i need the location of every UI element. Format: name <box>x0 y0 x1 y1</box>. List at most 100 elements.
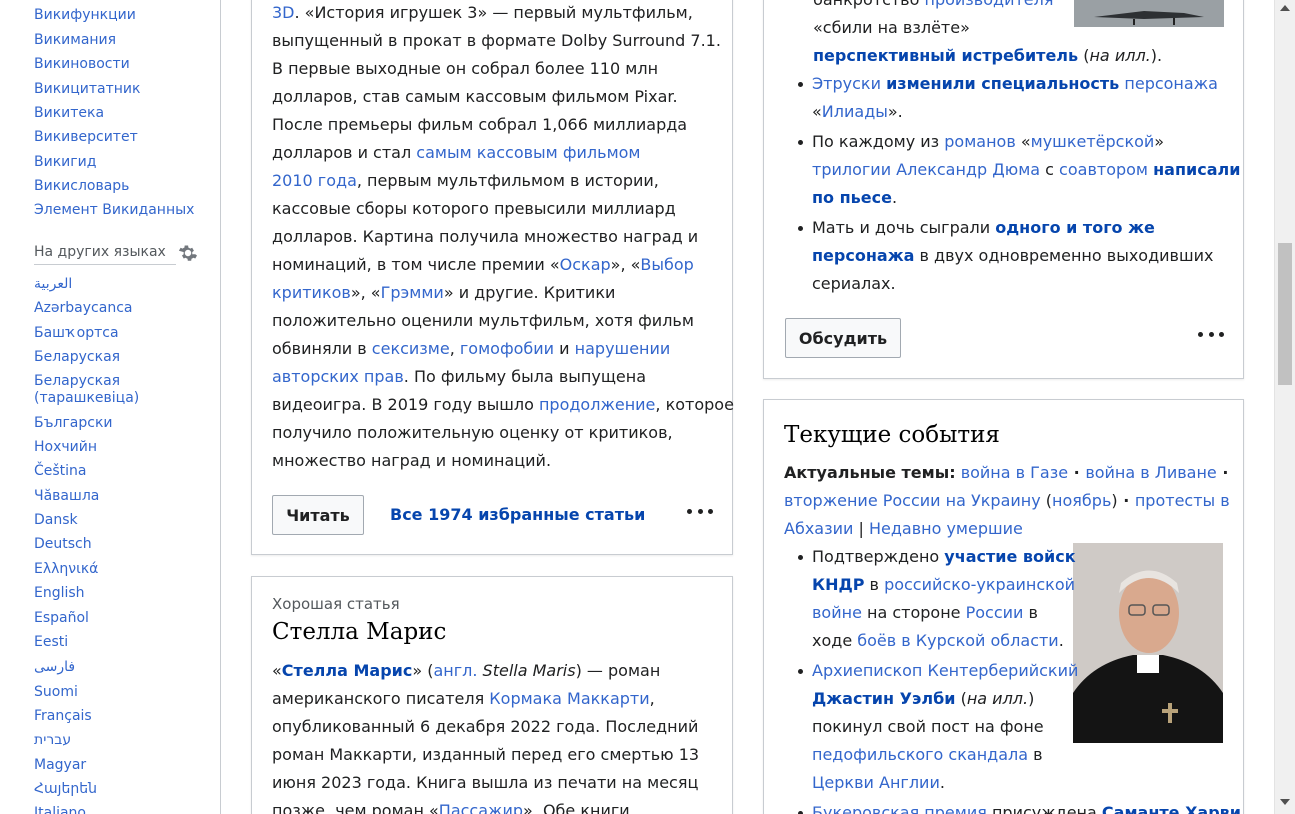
link-3d[interactable]: 3D <box>272 3 295 22</box>
lang-item-bg[interactable]: Български <box>34 414 113 432</box>
lang-item-hu[interactable]: Magyar <box>34 756 86 774</box>
link-etruscans[interactable]: Этруски <box>812 74 881 93</box>
link-cormac-mccarthy[interactable]: Кормака Маккарти <box>489 689 649 708</box>
list-item: Архиепископ Кентерберийский Джастин Уэлб… <box>785 657 1241 797</box>
scroll-up-arrow-icon[interactable] <box>1280 5 1290 11</box>
lang-item-da[interactable]: Dansk <box>34 511 78 529</box>
link-oscar[interactable]: Оскар <box>560 255 611 274</box>
list-item: Букеровская премия присуждена Саманте Ха… <box>785 799 1241 814</box>
sidebar-item-wikidata[interactable]: Элемент Викиданных <box>34 201 194 219</box>
lang-item-fi[interactable]: Suomi <box>34 683 78 701</box>
link-russo-ukrainian[interactable]: российско-украинской <box>884 575 1075 594</box>
lang-item-be-tarask-line2[interactable]: (тарашкевіца) <box>34 389 139 407</box>
link-dprk[interactable]: КНДР <box>812 575 864 594</box>
topic-ukraine[interactable]: вторжение России на Украину <box>784 491 1041 510</box>
link-iliad[interactable]: Илиады <box>822 102 888 121</box>
link-stella-maris[interactable]: Стелла Марис <box>282 661 413 680</box>
link-booker[interactable]: Букеровская премия <box>812 803 987 814</box>
sidebar-item-wiktionary[interactable]: Викисловарь <box>34 177 129 195</box>
link-same-character[interactable]: одного и того же <box>995 218 1155 237</box>
link-troops[interactable]: участие войск <box>944 547 1075 566</box>
scroll-down-arrow-icon[interactable] <box>1280 799 1290 805</box>
discuss-button[interactable]: Обсудить <box>785 318 901 358</box>
link-critics-choice[interactable]: Выбор <box>640 255 693 274</box>
link-highest-grossing[interactable]: самым кассовым фильмом <box>416 143 640 162</box>
lang-item-it[interactable]: Italiano <box>34 804 86 814</box>
link-musketeer[interactable]: мушкетёрской <box>1031 132 1155 151</box>
link-character[interactable]: персонажа <box>1119 74 1218 93</box>
link-war[interactable]: войне <box>812 603 862 622</box>
link-changed-specialty[interactable]: изменили специальность <box>886 74 1119 93</box>
sidebar: Викифункции Викимания Викиновости Викици… <box>0 0 221 814</box>
link-grammy[interactable]: Грэмми <box>381 283 444 302</box>
link-novels[interactable]: романов <box>944 132 1016 151</box>
link-sexism[interactable]: сексизме <box>372 339 450 358</box>
topic-abkhazia-2[interactable]: Абхазии <box>784 519 853 538</box>
lang-item-en[interactable]: English <box>34 584 85 602</box>
ellipsis-icon[interactable] <box>687 506 713 516</box>
did-you-know-top-text: банкротство производителя «сбили на взлё… <box>813 0 1162 70</box>
lang-item-cs[interactable]: Čeština <box>34 462 87 480</box>
lang-item-hy[interactable]: Հայերեն <box>34 780 97 798</box>
featured-article-card: 3D. «История игрушек 3» — первый мультфи… <box>251 0 734 555</box>
lang-item-az[interactable]: Azərbaycanca <box>34 299 132 317</box>
link-same-character-2[interactable]: персонажа <box>812 246 914 265</box>
link-church-of-england[interactable]: Церкви Англии <box>812 773 940 792</box>
sidebar-item-wikimania[interactable]: Викимания <box>34 31 116 49</box>
lang-item-be[interactable]: Беларуская <box>34 348 120 366</box>
link-copyright-2[interactable]: авторских прав <box>272 367 404 386</box>
lang-item-ba[interactable]: Башҡортса <box>34 324 119 342</box>
lang-item-ar[interactable]: العربية <box>34 275 72 293</box>
topic-recent-deaths[interactable]: Недавно умершие <box>869 519 1023 538</box>
link-coauthor[interactable]: соавтором <box>1059 160 1148 179</box>
link-archbishop[interactable]: Архиепископ Кентерберийский <box>812 661 1078 680</box>
link-wrote-play[interactable]: написали <box>1153 160 1240 179</box>
topic-lebanon[interactable]: война в Ливане <box>1085 463 1216 482</box>
sidebar-item-wikisource[interactable]: Викитека <box>34 104 104 122</box>
sidebar-item-wikinews[interactable]: Викиновости <box>34 55 130 73</box>
list-item: Этруски изменили специальность персонажа… <box>785 70 1240 126</box>
topic-abkhazia[interactable]: протесты в <box>1135 491 1230 510</box>
link-welby[interactable]: Джастин Уэлби <box>812 689 955 708</box>
lang-item-ce[interactable]: Нохчийн <box>34 438 97 456</box>
read-button[interactable]: Читать <box>272 495 364 535</box>
lang-item-de[interactable]: Deutsch <box>34 535 92 553</box>
lang-item-el[interactable]: Ελληνικά <box>34 560 98 578</box>
link-abuse-scandal[interactable]: педофильского скандала <box>812 745 1028 764</box>
link-fighter[interactable]: перспективный истребитель <box>813 46 1078 65</box>
lang-item-fr[interactable]: Français <box>34 707 92 725</box>
sidebar-item-wikiquote[interactable]: Викицитатник <box>34 80 140 98</box>
link-homophobia[interactable]: гомофобии <box>460 339 554 358</box>
all-featured-articles-link[interactable]: Все 1974 избранные статьи <box>390 505 645 524</box>
lang-item-cv[interactable]: Чӑвашла <box>34 487 99 505</box>
link-english[interactable]: англ. <box>433 661 477 680</box>
link-trilogy-dumas[interactable]: трилогии Александр Дюма <box>812 160 1040 179</box>
lang-item-be-tarask[interactable]: Беларуская <box>34 372 120 390</box>
vertical-scrollbar[interactable] <box>1274 0 1295 814</box>
link-passenger[interactable]: Пассажир <box>439 801 523 814</box>
scrollbar-thumb[interactable] <box>1278 243 1292 385</box>
current-topics: Актуальные темы: война в Газе · война в … <box>784 463 1230 538</box>
link-wrote-play-2[interactable]: по пьесе <box>812 188 892 207</box>
link-2010[interactable]: 2010 года <box>272 171 357 190</box>
link-manufacturer[interactable]: производителя <box>924 0 1053 9</box>
lang-item-he[interactable]: עברית <box>34 731 71 749</box>
ellipsis-icon[interactable] <box>1198 329 1224 339</box>
link-critics-choice-2[interactable]: критиков <box>272 283 351 302</box>
link-copyright[interactable]: нарушении <box>575 339 671 358</box>
list-item: По каждому из романов «мушкетёрской» три… <box>785 128 1240 212</box>
sidebar-item-wikiversity[interactable]: Викиверситет <box>34 128 138 146</box>
link-samantha-harvey[interactable]: Саманте Харви <box>1102 803 1241 814</box>
lang-item-et[interactable]: Eesti <box>34 633 68 651</box>
link-russia[interactable]: России <box>966 603 1024 622</box>
link-sequel[interactable]: продолжение <box>539 395 655 414</box>
main-content: 3D. «История игрушек 3» — первый мультфи… <box>221 0 1274 814</box>
sidebar-item-wikifunctions[interactable]: Викифункции <box>34 6 136 24</box>
topic-gaza[interactable]: война в Газе <box>961 463 1068 482</box>
lang-item-es[interactable]: Español <box>34 609 89 627</box>
topic-november[interactable]: ноябрь <box>1052 491 1111 510</box>
sidebar-item-wikivoyage[interactable]: Викигид <box>34 153 96 171</box>
link-kursk[interactable]: боёв в Курской области <box>857 631 1058 650</box>
lang-item-fa[interactable]: فارسی <box>34 658 75 676</box>
gear-icon[interactable] <box>178 243 198 263</box>
